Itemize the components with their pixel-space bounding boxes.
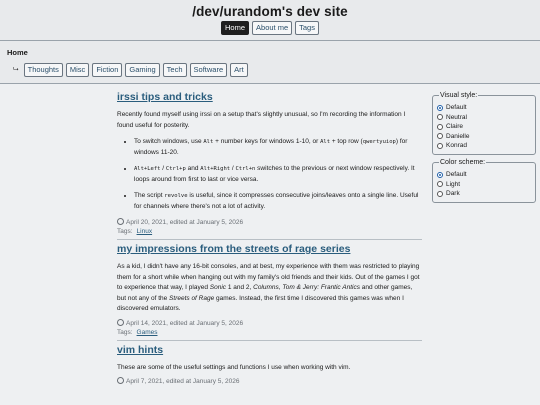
visual-style-panel: Visual style: Default Neutral Claire Dan… (432, 91, 536, 155)
nav-home[interactable]: Home (221, 21, 250, 35)
tip-item: The script revolve is useful, since it c… (134, 191, 422, 212)
category-thoughts[interactable]: Thoughts (23, 63, 63, 77)
tag-link[interactable]: Games (137, 329, 158, 336)
radio-icon[interactable] (437, 133, 443, 140)
post-date: April 7, 2021, edited at January 5, 2026 (117, 377, 422, 386)
nav-about-me[interactable]: About me (252, 21, 293, 35)
clock-icon (117, 377, 124, 384)
tip-list: To switch windows, use Alt + number keys… (117, 137, 422, 212)
tip-item: Alt+Left / Ctrl+p and Alt+Right / Ctrl+n… (134, 164, 422, 185)
category-software[interactable]: Software (189, 63, 228, 77)
site-header: /dev/urandom's dev site Home About me Ta… (0, 0, 540, 41)
color-scheme-option-light[interactable]: Light (437, 180, 531, 190)
breadcrumb-home: Home (7, 48, 28, 57)
color-scheme-option-default[interactable]: Default (437, 170, 531, 180)
post-list: irssi tips and tricks Recently found mys… (117, 88, 422, 386)
top-nav: Home About me Tags (0, 21, 540, 35)
post-date: April 20, 2021, edited at January 5, 202… (117, 218, 422, 227)
post-streets-of-rage: my impressions from the streets of rage … (117, 243, 422, 341)
visual-style-option-konrad[interactable]: Konrad (437, 141, 531, 151)
category-art[interactable]: Art (230, 63, 248, 77)
tip-item: To switch windows, use Alt + number keys… (134, 137, 422, 158)
radio-icon[interactable] (437, 181, 443, 188)
post-date: April 14, 2021, edited at January 5, 202… (117, 318, 422, 328)
color-scheme-panel: Color scheme: Default Light Dark (432, 158, 536, 203)
category-misc[interactable]: Misc (65, 63, 90, 77)
category-fiction[interactable]: Fiction (92, 63, 123, 77)
nav-tags[interactable]: Tags (295, 21, 319, 35)
post-intro: Recently found myself using irssi on a s… (117, 111, 406, 129)
radio-icon[interactable] (437, 123, 443, 130)
tag-link[interactable]: Linux (137, 228, 153, 235)
color-scheme-title: Color scheme: (439, 158, 487, 167)
post-intro: As a kid, I didn't have any 16-bit conso… (117, 263, 420, 312)
color-scheme-option-dark[interactable]: Dark (437, 189, 531, 199)
visual-style-option-default[interactable]: Default (437, 103, 531, 113)
post-tags: Tags: Linux (117, 228, 153, 235)
radio-selected-icon[interactable] (437, 104, 443, 111)
category-list: ⮡ Thoughts Misc Fiction Gaming Tech Soft… (13, 63, 248, 77)
clock-icon (117, 218, 124, 225)
post-intro: These are some of the useful settings an… (117, 363, 351, 371)
radio-icon[interactable] (437, 142, 443, 149)
radio-selected-icon[interactable] (437, 171, 443, 178)
category-tech[interactable]: Tech (162, 63, 187, 77)
subcategory-arrow-icon: ⮡ (13, 66, 19, 73)
radio-icon[interactable] (437, 190, 443, 197)
visual-style-title: Visual style: (439, 91, 479, 100)
post-vim-hints: vim hints These are some of the useful s… (117, 344, 422, 387)
visual-style-option-claire[interactable]: Claire (437, 122, 531, 132)
visual-style-option-danielle[interactable]: Danielle (437, 132, 531, 142)
category-gaming[interactable]: Gaming (125, 63, 160, 77)
visual-style-option-neutral[interactable]: Neutral (437, 113, 531, 123)
post-irssi: irssi tips and tricks Recently found mys… (117, 91, 422, 240)
post-title-link[interactable]: irssi tips and tricks (117, 91, 422, 105)
radio-icon[interactable] (437, 114, 443, 121)
site-title: /dev/urandom's dev site (192, 4, 348, 19)
post-tags: Tags: Games (117, 328, 158, 336)
post-title-link[interactable]: my impressions from the streets of rage … (117, 243, 422, 257)
clock-icon (117, 318, 124, 326)
category-bar: Home ⮡ Thoughts Misc Fiction Gaming Tech… (0, 41, 540, 84)
post-title-link[interactable]: vim hints (117, 344, 422, 358)
